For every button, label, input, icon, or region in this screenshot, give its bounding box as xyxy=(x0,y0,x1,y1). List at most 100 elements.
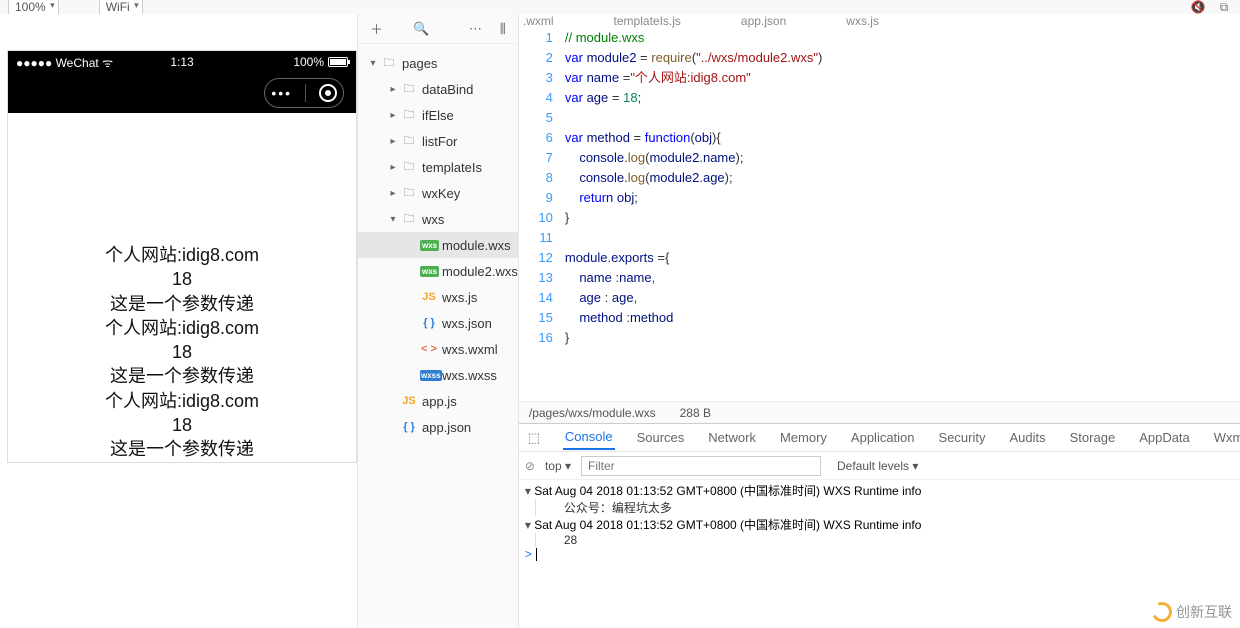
tree-row[interactable]: { }wxs.json xyxy=(358,310,518,336)
twisty-icon: ▸ xyxy=(386,110,400,121)
element-picker-icon[interactable]: ⬚ xyxy=(525,430,543,446)
tree-row[interactable]: JS wxs.js xyxy=(358,284,518,310)
line-gutter: 12345678910111213141516 xyxy=(519,28,565,401)
sim-text: 个人网站:idig8.com xyxy=(8,243,356,267)
file-toolbar: ＋ 🔍 ⋯ ⫼ xyxy=(358,14,518,44)
devtools-tab[interactable]: Wxml xyxy=(1212,426,1240,449)
sim-text: 这是一个参数传递 xyxy=(8,437,356,461)
editor-tab[interactable]: .wxml xyxy=(523,14,554,28)
tree-row[interactable]: ▸🗀templateIs xyxy=(358,154,518,180)
file-icon: JS xyxy=(400,395,418,407)
tree-row[interactable]: { }app.json xyxy=(358,414,518,440)
devtools-tab[interactable]: Storage xyxy=(1068,426,1118,449)
file-icon: wxs xyxy=(420,239,438,251)
tree-row[interactable]: ▾🗀wxs xyxy=(358,206,518,232)
capsule[interactable]: ••• xyxy=(264,78,344,108)
file-icon: wxs xyxy=(420,265,438,277)
file-icon: 🗀 xyxy=(400,132,418,151)
file-label: listFor xyxy=(422,134,457,149)
file-label: app.json xyxy=(422,420,471,435)
phone-frame: ●●●●● WeChat ᯤ 1:13 100% ••• 个人网站:idig8.… xyxy=(7,50,357,463)
copy-icon[interactable]: ⧉ xyxy=(1216,0,1232,15)
filter-input[interactable] xyxy=(581,456,821,476)
network-label: WiFi xyxy=(106,0,130,14)
tree-row[interactable]: wxss wxs.wxss xyxy=(358,362,518,388)
devtools-tab[interactable]: Sources xyxy=(635,426,687,449)
editor-tabs: .wxml templateIs.js app.json wxs.js xyxy=(519,14,1240,28)
console-group[interactable]: Sat Aug 04 2018 01:13:52 GMT+0800 (中国标准时… xyxy=(519,516,1240,547)
page-content: 个人网站:idig8.com18这是一个参数传递个人网站:idig8.com18… xyxy=(8,113,356,462)
devtools-tab[interactable]: Application xyxy=(849,426,917,449)
tree-row[interactable]: ▾🗀pages xyxy=(358,50,518,76)
devtools-tabs: ⬚ Console Sources Network Memory Application… xyxy=(519,424,1240,452)
code-lines[interactable]: // module.wxsvar module2 = require("../w… xyxy=(565,28,1240,401)
editor-tab[interactable]: wxs.js xyxy=(846,14,879,28)
twisty-icon: ▸ xyxy=(386,136,400,147)
devtools-tab[interactable]: Security xyxy=(937,426,988,449)
tree-row[interactable]: < >wxs.wxml xyxy=(358,336,518,362)
tree-row[interactable]: JSapp.js xyxy=(358,388,518,414)
file-label: wxs.js xyxy=(442,290,477,305)
editor-tab[interactable]: app.json xyxy=(741,14,786,28)
twisty-icon: ▸ xyxy=(386,162,400,173)
file-icon: 🗀 xyxy=(400,106,418,125)
layout-icon[interactable]: ⫼ xyxy=(500,21,506,37)
console-header: Sat Aug 04 2018 01:13:52 GMT+0800 (中国标准时… xyxy=(525,516,1240,533)
battery-pct: 100% xyxy=(293,55,324,69)
sim-text: 这是一个参数传递 xyxy=(8,364,356,388)
file-label: wxs.wxss xyxy=(442,368,497,383)
file-tree: ▾🗀pages▸🗀dataBind▸🗀ifElse▸🗀listFor▸🗀temp… xyxy=(358,44,518,628)
tree-row[interactable]: wxsmodule.wxs xyxy=(358,232,518,258)
tree-row[interactable]: ▸🗀wxKey xyxy=(358,180,518,206)
more-h-icon[interactable]: ⋯ xyxy=(469,21,482,37)
file-explorer: ＋ 🔍 ⋯ ⫼ ▾🗀pages▸🗀dataBind▸🗀ifElse▸🗀listF… xyxy=(357,14,518,628)
status-path: /pages/wxs/module.wxs xyxy=(529,406,656,420)
close-icon[interactable] xyxy=(319,84,337,102)
tree-row[interactable]: ▸🗀 dataBind xyxy=(358,76,518,102)
mute-icon[interactable]: 🔇 xyxy=(1190,0,1206,14)
tree-row[interactable]: ▸🗀 listFor xyxy=(358,128,518,154)
tree-row[interactable]: ▸🗀ifElse xyxy=(358,102,518,128)
devtools: ⬚ Console Sources Network Memory Application… xyxy=(519,423,1240,628)
tree-row[interactable]: wxs module2.wxs xyxy=(358,258,518,284)
file-icon: 🗀 xyxy=(400,158,418,177)
file-label: wxs.json xyxy=(442,316,492,331)
devtools-tab[interactable]: Console xyxy=(563,425,615,450)
twisty-icon: ▾ xyxy=(366,58,380,69)
file-icon: 🗀 xyxy=(400,184,418,203)
logo-icon xyxy=(1149,599,1175,625)
console-group[interactable]: Sat Aug 04 2018 01:13:52 GMT+0800 (中国标准时… xyxy=(519,482,1240,516)
file-icon: wxss xyxy=(420,369,438,381)
console-prompt[interactable]: > xyxy=(519,547,1240,561)
capsule-row: ••• xyxy=(8,73,356,113)
sim-text: 个人网站:idig8.com xyxy=(8,389,356,413)
status-size: 288 B xyxy=(680,406,711,420)
sim-text: 18 xyxy=(8,267,356,291)
search-icon[interactable]: 🔍 xyxy=(413,21,429,37)
network-select[interactable]: WiFi xyxy=(99,0,143,15)
devtools-tab[interactable]: Network xyxy=(706,426,758,449)
add-icon[interactable]: ＋ xyxy=(370,19,383,38)
more-icon[interactable]: ••• xyxy=(271,85,292,101)
console-output[interactable]: Sat Aug 04 2018 01:13:52 GMT+0800 (中国标准时… xyxy=(519,480,1240,628)
block-icon[interactable]: ⊘ xyxy=(525,459,535,473)
file-label: dataBind xyxy=(422,82,473,97)
devtools-tab[interactable]: Memory xyxy=(778,426,829,449)
file-icon: JS xyxy=(420,291,438,303)
context-selector[interactable]: top ▾ xyxy=(545,459,571,473)
file-label: pages xyxy=(402,56,437,71)
twisty-icon: ▾ xyxy=(386,214,400,225)
twisty-icon: ▸ xyxy=(386,84,400,95)
simulator-panel: ●●●●● WeChat ᯤ 1:13 100% ••• 个人网站:idig8.… xyxy=(0,14,357,628)
zoom-select[interactable]: 100% xyxy=(8,0,59,15)
devtools-tab[interactable]: AppData xyxy=(1137,426,1192,449)
file-icon: 🗀 xyxy=(400,80,418,99)
carrier-label: ●●●●● WeChat xyxy=(16,56,99,70)
devtools-tab[interactable]: Audits xyxy=(1008,426,1048,449)
console-message: 公众号：编程坑太多 xyxy=(535,499,1240,516)
sim-text: 18 xyxy=(8,413,356,437)
file-label: module2.wxs xyxy=(442,264,518,279)
levels-selector[interactable]: Default levels ▾ xyxy=(837,459,918,473)
editor-tab[interactable]: templateIs.js xyxy=(614,14,681,28)
code-editor[interactable]: 12345678910111213141516 // module.wxsvar… xyxy=(519,28,1240,401)
